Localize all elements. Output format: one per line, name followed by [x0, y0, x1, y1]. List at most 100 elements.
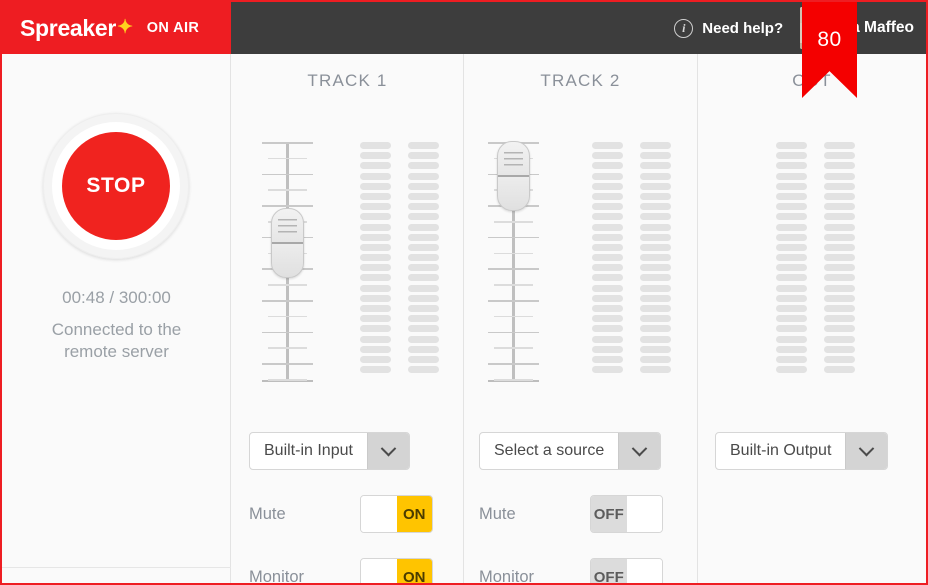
meter-segment — [360, 243, 391, 251]
track1-source-select[interactable]: Built-in Input — [249, 432, 410, 470]
fader-tick — [268, 284, 307, 286]
chevron-down-icon[interactable] — [366, 433, 409, 469]
username-label[interactable]: a Maffeo — [851, 19, 914, 37]
need-help-button[interactable]: i Need help? — [674, 18, 784, 38]
meter-segment — [408, 182, 439, 190]
fader-tick — [494, 347, 533, 349]
track1-mute-toggle[interactable]: ON — [360, 495, 433, 533]
status-line-2: remote server — [64, 342, 169, 361]
spreaker-logo[interactable]: Spreaker✦ — [20, 15, 133, 42]
meter-segment — [360, 325, 391, 333]
fader-tick — [488, 331, 539, 334]
mixer-column-track2: TRACK 2 Select a source Mute OFF Monitor… — [464, 54, 698, 583]
track1-fader[interactable] — [258, 142, 318, 382]
fader-tick — [262, 331, 313, 334]
meter-segment — [592, 345, 623, 353]
meter-segment — [408, 284, 439, 292]
meter-segment — [640, 192, 671, 200]
meter-segment — [592, 335, 623, 343]
track2-meter-left — [592, 142, 623, 374]
meter-segment — [776, 366, 807, 374]
fader-tick — [488, 236, 539, 239]
track2-source-select[interactable]: Select a source — [479, 432, 662, 470]
stop-button-housing: STOP — [43, 113, 189, 259]
meter-segment — [824, 172, 855, 180]
fader-tick — [494, 315, 533, 318]
stop-button[interactable]: STOP — [62, 132, 170, 240]
app-header: Spreaker✦ ON AIR i Need help? a Maffeo — [2, 2, 926, 54]
fader-tick — [494, 379, 533, 381]
meter-segment — [824, 182, 855, 190]
meter-segment — [776, 213, 807, 221]
meter-segment — [408, 274, 439, 282]
track2-mute-toggle-blank — [626, 496, 662, 532]
meter-segment — [824, 203, 855, 211]
meter-segment — [824, 305, 855, 312]
meter-segment — [360, 284, 391, 292]
meter-segment — [360, 345, 391, 353]
meter-segment — [640, 223, 671, 231]
meter-segment — [640, 366, 671, 374]
meter-segment — [640, 233, 671, 241]
track1-meter-right — [408, 142, 439, 374]
track1-fader-handle[interactable] — [271, 208, 304, 278]
meter-segment — [824, 192, 855, 200]
meter-segment — [776, 345, 807, 353]
meter-segment — [776, 284, 807, 292]
meter-segment — [592, 254, 623, 262]
track2-monitor-toggle[interactable]: OFF — [590, 558, 663, 583]
track2-fader[interactable] — [484, 141, 544, 382]
meter-segment — [592, 315, 623, 323]
meter-segment — [408, 294, 439, 302]
track1-mute-row: Mute ON — [249, 495, 433, 533]
out-output-select[interactable]: Built-in Output — [715, 432, 889, 470]
track2-monitor-row: Monitor OFF — [479, 558, 663, 585]
left-panel-divider — [2, 567, 231, 568]
meter-segment — [408, 152, 439, 160]
meter-segment — [408, 203, 439, 211]
track1-mute-toggle-state: ON — [396, 496, 432, 532]
meter-segment — [408, 243, 439, 251]
meter-segment — [824, 142, 855, 149]
meter-segment — [408, 162, 439, 170]
need-help-label: Need help? — [702, 19, 784, 37]
meter-segment — [824, 213, 855, 221]
meter-segment — [360, 294, 391, 302]
broadcast-panel: STOP 00:48 / 300:00 Connected to the rem… — [2, 54, 231, 583]
meter-segment — [360, 192, 391, 200]
meter-segment — [408, 355, 439, 363]
chevron-down-icon[interactable] — [845, 433, 888, 469]
fader-tick — [488, 363, 539, 365]
meter-segment — [592, 223, 623, 231]
meter-segment — [360, 182, 391, 190]
meter-segment — [776, 294, 807, 302]
meter-segment — [592, 142, 623, 149]
meter-segment — [640, 294, 671, 302]
meter-segment — [592, 203, 623, 211]
meter-segment — [640, 243, 671, 251]
meter-segment — [360, 305, 391, 312]
track2-fader-handle[interactable] — [497, 141, 530, 211]
info-circle-icon: i — [674, 18, 694, 38]
chevron-down-icon[interactable] — [618, 433, 661, 469]
broadcast-timer: 00:48 / 300:00 — [62, 288, 171, 307]
track2-monitor-label: Monitor — [479, 567, 535, 585]
track1-monitor-toggle[interactable]: ON — [360, 558, 433, 583]
out-output-label: Built-in Output — [730, 442, 832, 459]
fader-tick — [494, 252, 533, 255]
meter-segment — [824, 355, 855, 363]
track2-mute-toggle[interactable]: OFF — [590, 495, 663, 533]
meter-segment — [824, 335, 855, 343]
meter-segment — [640, 325, 671, 333]
meter-segment — [360, 162, 391, 170]
meter-segment — [592, 172, 623, 180]
meter-segment — [592, 284, 623, 292]
meter-segment — [360, 315, 391, 323]
fader-tick — [268, 157, 307, 160]
track1-monitor-label: Monitor — [249, 567, 305, 585]
meter-segment — [408, 233, 439, 241]
track1-mute-toggle-blank — [361, 496, 397, 532]
track1-monitor-row: Monitor ON — [249, 558, 433, 585]
meter-segment — [360, 254, 391, 262]
meter-segment — [360, 152, 391, 160]
